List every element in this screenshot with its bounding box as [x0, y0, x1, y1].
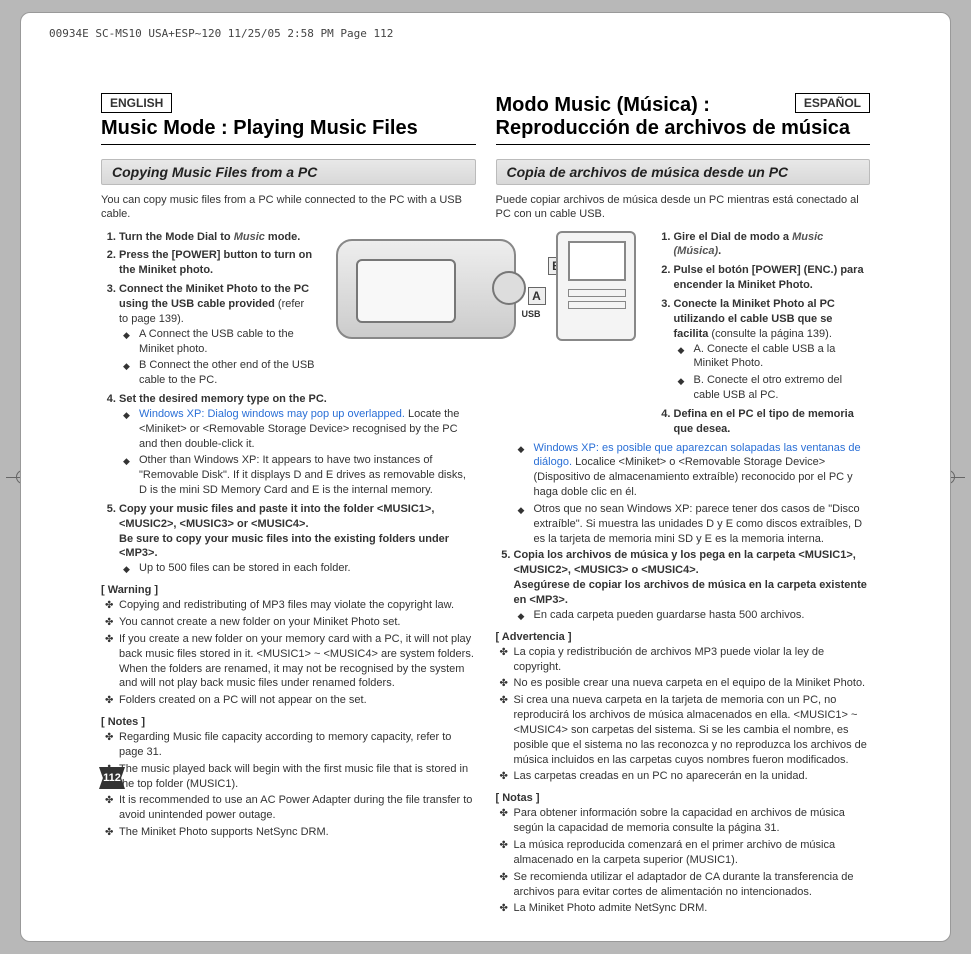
page-number-badge: 112	[99, 767, 125, 789]
step-5a-en: Up to 500 files can be stored in each fo…	[137, 561, 476, 576]
list-item: Se recomienda utilizar el adaptador de C…	[514, 870, 871, 900]
step-5-en: Copy your music files and paste it into …	[119, 502, 476, 576]
list-item: Copying and redistributing of MP3 files …	[119, 598, 476, 613]
page-title-en: Music Mode : Playing Music Files	[101, 117, 476, 145]
step-3b-es: B. Conecte el otro extremo del cable USB…	[692, 373, 871, 403]
step-5-es: Copia los archivos de música y los pega …	[514, 548, 871, 622]
page-title-es-l2: Reproducción de archivos de música	[496, 117, 871, 145]
section-heading-en: Copying Music Files from a PC	[101, 159, 476, 185]
list-item: No es posible crear una nueva carpeta en…	[514, 676, 871, 691]
list-item: The music played back will begin with th…	[119, 762, 476, 792]
list-item: La Miniket Photo admite NetSync DRM.	[514, 901, 871, 916]
step-3a-en: A Connect the USB cable to the Miniket p…	[137, 327, 476, 357]
list-item: Regarding Music file capacity according …	[119, 730, 476, 760]
list-item: Folders created on a PC will not appear …	[119, 693, 476, 708]
warning-heading-es: [ Advertencia ]	[496, 631, 871, 643]
warning-heading-en: [ Warning ]	[101, 584, 476, 596]
step-3-es: Conecte la Miniket Photo al PC utilizand…	[674, 297, 871, 403]
step-2-es: Pulse el botón [POWER] (ENC.) para encen…	[674, 263, 871, 293]
prepress-header: 00934E SC-MS10 USA+ESP~120 11/25/05 2:58…	[49, 27, 393, 40]
step-4a-en: Windows XP: Dialog windows may pop up ov…	[137, 407, 476, 452]
warning-list-es: La copia y redistribución de archivos MP…	[496, 645, 871, 785]
intro-es: Puede copiar archivos de música desde un…	[496, 193, 871, 222]
step-4b-es: Otros que no sean Windows XP: parece ten…	[532, 502, 871, 547]
step-4-sub-es: Windows XP: es posible que aparezcan sol…	[496, 441, 871, 547]
spanish-column: Modo Music (Música) : ESPAÑOL Reproducci…	[496, 93, 871, 901]
notes-list-en: Regarding Music file capacity according …	[101, 730, 476, 840]
list-item: If you create a new folder on your memor…	[119, 632, 476, 691]
notes-heading-es: [ Notas ]	[496, 792, 871, 804]
step-4-en: Set the desired memory type on the PC. W…	[119, 392, 476, 498]
section-heading-es: Copia de archivos de música desde un PC	[496, 159, 871, 185]
list-item: La copia y redistribución de archivos MP…	[514, 645, 871, 675]
english-column: ENGLISH Music Mode : Playing Music Files…	[101, 93, 476, 901]
page-title-es-l1: Modo Music (Música) :	[496, 94, 710, 117]
step-3a-es: A. Conecte el cable USB a la Miniket Pho…	[692, 342, 871, 372]
list-item: It is recommended to use an AC Power Ada…	[119, 793, 476, 823]
list-item: Las carpetas creadas en un PC no aparece…	[514, 769, 871, 784]
step-5a-es: En cada carpeta pueden guardarse hasta 5…	[532, 608, 871, 623]
warning-list-en: Copying and redistributing of MP3 files …	[101, 598, 476, 708]
notes-list-es: Para obtener información sobre la capaci…	[496, 806, 871, 916]
step-1-es: Gire el Dial de modo a Music (Música).	[674, 230, 871, 260]
step-4-es: Defina en el PC el tipo de memoria que d…	[674, 407, 871, 437]
list-item: You cannot create a new folder on your M…	[119, 615, 476, 630]
list-item: Si crea una nueva carpeta en la tarjeta …	[514, 693, 871, 767]
list-item: The Miniket Photo supports NetSync DRM.	[119, 825, 476, 840]
manual-page: 00934E SC-MS10 USA+ESP~120 11/25/05 2:58…	[20, 12, 951, 942]
step-4b-en: Other than Windows XP: It appears to hav…	[137, 453, 476, 498]
list-item: Para obtener información sobre la capaci…	[514, 806, 871, 836]
lang-tag-english: ENGLISH	[101, 93, 172, 113]
list-item: La música reproducida comenzará en el pr…	[514, 838, 871, 868]
lang-tag-spanish: ESPAÑOL	[795, 93, 870, 113]
notes-heading-en: [ Notes ]	[101, 716, 476, 728]
step-4a-es: Windows XP: es posible que aparezcan sol…	[532, 441, 871, 500]
intro-en: You can copy music files from a PC while…	[101, 193, 476, 222]
step-3b-en: B Connect the other end of the USB cable…	[137, 358, 476, 388]
steps-es-cont: Copia los archivos de música y los pega …	[496, 548, 871, 622]
